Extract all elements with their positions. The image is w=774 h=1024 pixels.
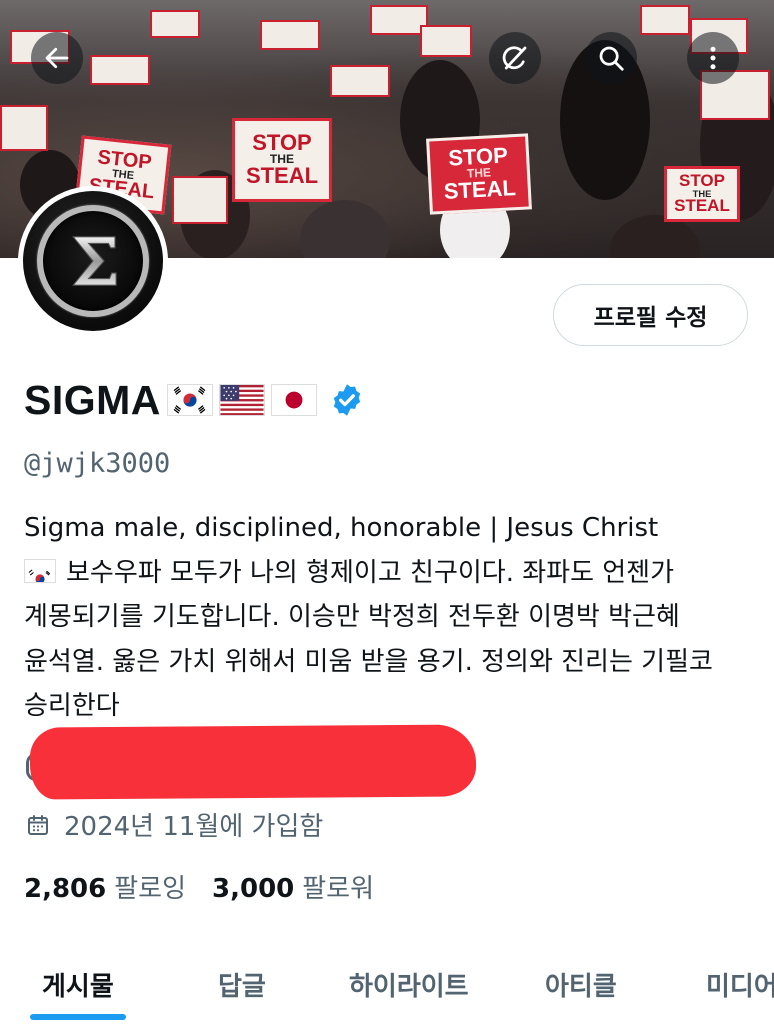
followers-label: 팔로워 <box>302 874 375 904</box>
bio-line-with-flag: 보수우파 모두가 나의 형제이고 친구이다. 좌파도 언젠가 <box>24 551 754 596</box>
background-sign <box>172 176 228 224</box>
arrow-left-icon <box>45 47 69 69</box>
joined-date-row: 2024년 11월에 가입함 <box>26 806 323 843</box>
avatar-background <box>23 191 163 331</box>
background-sign <box>0 105 48 151</box>
search-button[interactable] <box>585 32 637 84</box>
calendar-icon <box>28 814 48 835</box>
tab-highlights[interactable]: 하이라이트 <box>349 966 469 1003</box>
followers-count: 3,000 <box>212 874 295 904</box>
south-korea-flag-icon <box>24 558 56 583</box>
sign-text-line: STEAL <box>245 162 319 188</box>
usa-flag-icon <box>218 384 265 416</box>
background-sign <box>150 10 200 38</box>
bio-line: 승리한다 <box>24 691 120 721</box>
sigma-symbol-icon <box>72 236 117 286</box>
verified-badge-icon[interactable] <box>329 382 365 418</box>
follow-stats: 2,806 팔로잉 3,000 팔로워 <box>24 868 374 905</box>
back-button[interactable] <box>31 32 83 84</box>
bio-line: Sigma male, disciplined, honorable | Jes… <box>24 513 659 543</box>
south-korea-flag-icon <box>166 384 213 416</box>
more-vertical-icon <box>710 46 716 70</box>
japan-flag-icon <box>270 384 317 416</box>
tab-replies[interactable]: 답글 <box>218 966 266 1003</box>
grok-button[interactable] <box>489 32 541 84</box>
sign-text-line: STOP <box>252 130 312 156</box>
sign-text-line: STEAL <box>443 174 517 204</box>
tab-posts[interactable]: 게시물 <box>42 966 114 1003</box>
display-name: SIGMA <box>24 376 161 423</box>
tab-articles[interactable]: 아티클 <box>545 966 617 1003</box>
sigma-coin-icon <box>37 205 149 317</box>
followers-link[interactable]: 3,000 팔로워 <box>212 868 374 905</box>
stop-the-steal-sign: STOP THE STEAL <box>232 118 332 202</box>
active-tab-indicator <box>30 1014 126 1020</box>
display-name-row: SIGMA <box>24 374 365 426</box>
grok-slash-circle-icon <box>502 46 527 70</box>
background-sign <box>260 20 320 50</box>
background-sign <box>640 5 690 35</box>
redacted-link-area <box>29 724 477 800</box>
edit-profile-button[interactable]: 프로필 수정 <box>553 284 748 346</box>
crowd-person <box>300 200 390 258</box>
following-count: 2,806 <box>24 874 107 904</box>
more-options-button[interactable] <box>687 32 739 84</box>
sign-text-line: STOP <box>679 171 725 191</box>
profile-avatar[interactable] <box>18 186 168 336</box>
bio-line: 윤석열. 옳은 가치 위해서 미움 받을 용기. 정의와 진리는 기필코 <box>24 646 713 677</box>
sign-text-line: STEAL <box>674 196 730 216</box>
stop-the-steal-sign: STOP THE STEAL <box>664 166 740 222</box>
bio-line-text: 보수우파 모두가 나의 형제이고 친구이다. 좌파도 언젠가 <box>66 557 675 588</box>
profile-tabs: 게시물 답글 하이라이트 아티클 미디어 <box>0 950 774 1024</box>
tab-media[interactable]: 미디어 <box>706 966 774 1003</box>
background-sign <box>330 65 390 97</box>
profile-bio: Sigma male, disciplined, honorable | Jes… <box>24 506 754 729</box>
edit-profile-label: 프로필 수정 <box>593 305 708 331</box>
user-handle: @jwjk3000 <box>24 448 171 479</box>
search-icon <box>599 46 624 71</box>
background-sign <box>420 25 472 57</box>
joined-date-text: 2024년 11월에 가입함 <box>64 812 324 842</box>
stop-the-steal-sign: STOP THE STEAL <box>426 133 532 215</box>
following-link[interactable]: 2,806 팔로잉 <box>24 868 186 905</box>
following-label: 팔로잉 <box>114 874 187 904</box>
bio-line: 계몽되기를 기도합니다. 이승만 박정희 전두환 이명박 박근혜 <box>24 602 680 632</box>
background-sign <box>90 55 150 85</box>
